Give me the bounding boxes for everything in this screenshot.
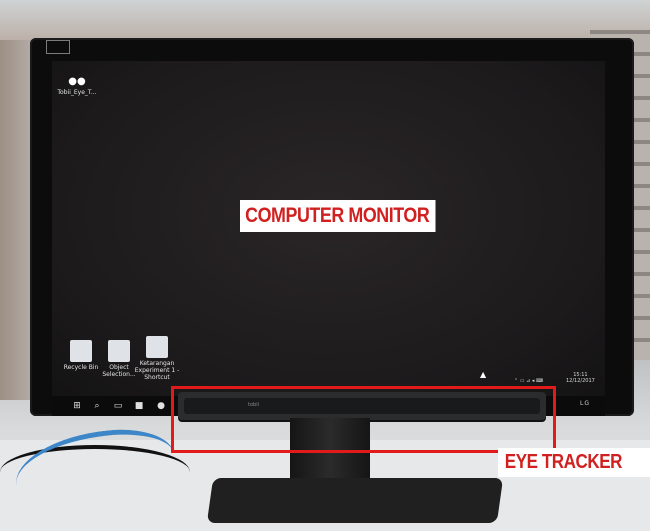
mouse-cursor-icon: ▲: [480, 370, 487, 379]
eye-tracker-shortcut-icon: ●●: [68, 76, 86, 87]
system-tray-icons[interactable]: ⌃ ▭ ⊿ ◂ ⌨: [514, 378, 543, 384]
desktop-icon-label: Ketarangan Experiment 1 - Shortcut: [134, 360, 180, 381]
bezel-logo-sticker: [46, 40, 70, 54]
search-icon[interactable]: ⌕: [92, 401, 102, 411]
program-icon: [108, 340, 130, 362]
desktop-icon-label: Tobii_Eye_T...: [57, 89, 97, 96]
desktop-icon-tobii[interactable]: ●● Tobii_Eye_T...: [54, 76, 100, 97]
windows-start-icon[interactable]: ⊞: [72, 401, 82, 411]
desktop-icon-experiment-shortcut[interactable]: Ketarangan Experiment 1 - Shortcut: [134, 336, 180, 381]
monitor-brand-logo: LG: [580, 400, 590, 407]
computer-monitor-label: COMPUTER MONITOR: [240, 200, 436, 232]
task-view-icon[interactable]: ▭: [113, 401, 123, 411]
file-explorer-icon[interactable]: ■: [134, 401, 144, 411]
recycle-bin-icon: [70, 340, 92, 362]
taskbar-clock[interactable]: 15:11 12/12/2017: [566, 372, 595, 384]
clock-date: 12/12/2017: [566, 378, 595, 384]
eye-tracker-label: EYE TRACKER: [498, 448, 650, 477]
eye-tracker-highlight-box: [171, 386, 556, 453]
monitor-stand-base: [206, 478, 504, 523]
chrome-icon[interactable]: ●: [156, 401, 166, 411]
document-shortcut-icon: [146, 336, 168, 358]
